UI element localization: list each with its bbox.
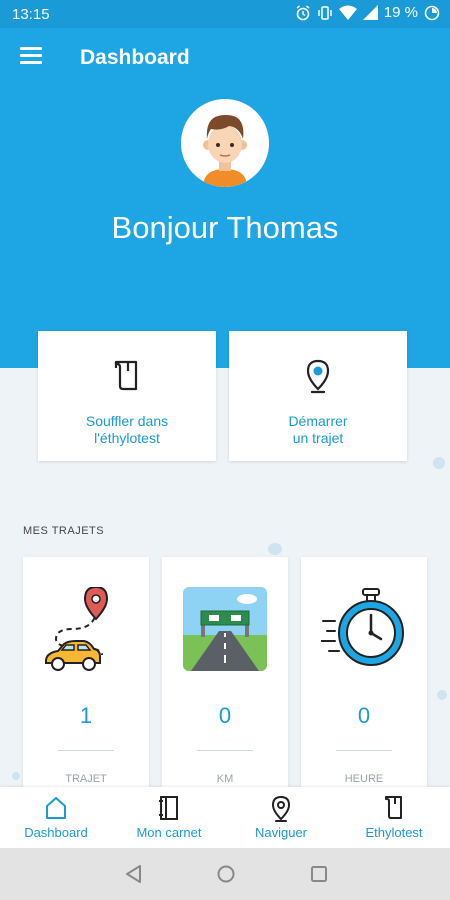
page-title: Dashboard: [80, 46, 190, 69]
km-stat-label: KM: [216, 773, 234, 785]
home-icon: [46, 797, 66, 819]
menu-icon[interactable]: [20, 47, 42, 65]
status-bar: 13:15 19 %: [0, 0, 450, 28]
start-trip-label: Démarrer un trajet: [288, 413, 348, 446]
start-trip-card[interactable]: Démarrer un trajet: [229, 331, 407, 461]
km-stat-value: 0: [218, 703, 232, 728]
km-stat-card[interactable]: [162, 557, 288, 797]
trips-stat-divider: [58, 750, 114, 751]
decor-dot: [268, 543, 282, 555]
vibrate-icon: [318, 5, 332, 20]
battery-percent: 19 %: [383, 4, 418, 21]
battery-icon: [424, 5, 440, 20]
nav-dashboard[interactable]: Dashboard: [0, 787, 112, 848]
trips-stat-label: TRAJET: [65, 773, 107, 785]
breathalyzer-icon: [385, 796, 402, 819]
bottom-nav: Dashboard Mon carnet Naviguer Ethylotest: [0, 787, 450, 848]
system-nav-bar: [0, 848, 450, 900]
header: [0, 28, 450, 368]
km-stat-divider: [197, 750, 253, 751]
signal-icon: [362, 5, 378, 20]
nav-breathalyzer-label: Ethylotest: [365, 825, 423, 840]
decor-dot: [433, 457, 445, 469]
stopwatch-illustration: [321, 588, 404, 666]
section-title: MES TRAJETS: [23, 525, 105, 537]
blow-breathalyzer-card[interactable]: Souffler dans l'éthylotest: [38, 331, 216, 461]
nav-navigate-label: Naviguer: [254, 825, 308, 840]
blow-breathalyzer-label: Souffler dans l'éthylotest: [85, 413, 169, 446]
recents-icon[interactable]: [309, 864, 329, 884]
hours-stat-label: HEURE: [344, 773, 384, 785]
location-pin-icon: [271, 795, 291, 822]
trips-stat-card[interactable]: [23, 557, 149, 797]
decor-dot: [12, 772, 20, 780]
status-time: 13:15: [12, 6, 50, 23]
highway-illustration: [183, 587, 267, 671]
hours-stat-divider: [336, 750, 392, 751]
nav-breathalyzer[interactable]: Ethylotest: [338, 787, 450, 848]
nav-notebook-label: Mon carnet: [136, 825, 202, 840]
nav-navigate[interactable]: Naviguer: [225, 787, 337, 848]
wifi-icon: [338, 5, 357, 20]
trips-stat-value: 1: [79, 703, 93, 728]
avatar[interactable]: [181, 99, 269, 187]
greeting: Bonjour Thomas: [111, 210, 339, 245]
car-route-illustration: [45, 587, 109, 671]
location-pin-icon: [306, 359, 330, 394]
boy-avatar-icon: [181, 99, 269, 187]
nav-dashboard-label: Dashboard: [24, 825, 88, 840]
back-icon[interactable]: [124, 864, 144, 884]
home-button-icon[interactable]: [216, 864, 236, 884]
alarm-icon: [296, 4, 310, 20]
hours-stat-value: 0: [357, 703, 371, 728]
breathalyzer-icon: [114, 360, 138, 391]
notebook-icon: [159, 796, 178, 820]
status-icons: 19 %: [295, 4, 440, 21]
hours-stat-card[interactable]: [301, 557, 427, 797]
decor-dot: [437, 690, 447, 700]
nav-notebook[interactable]: Mon carnet: [113, 787, 225, 848]
